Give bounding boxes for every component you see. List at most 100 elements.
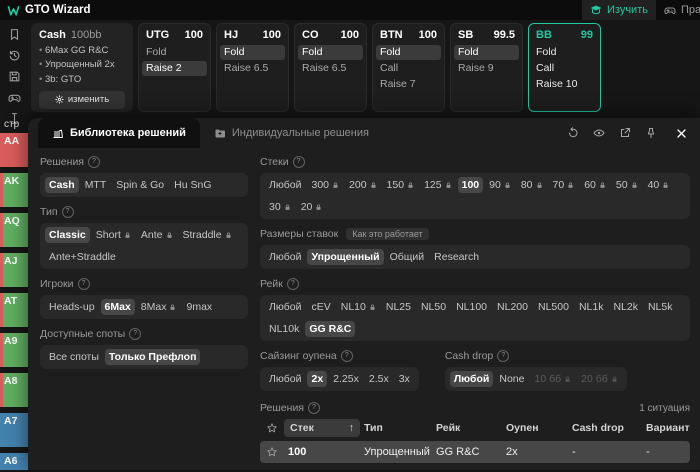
help-icon[interactable] <box>129 328 142 340</box>
matrix-cell-a9[interactable]: A9 <box>0 333 28 367</box>
column-header-оупен[interactable]: Оупен <box>502 420 568 436</box>
chip-80[interactable]: 80 <box>517 177 547 193</box>
chip-research[interactable]: Research <box>430 249 483 265</box>
chip-mtt[interactable]: MTT <box>81 177 111 193</box>
chip-90[interactable]: 90 <box>485 177 515 193</box>
position-card-hj[interactable]: HJ 100 Fold Raise 6.5 <box>216 23 289 112</box>
chip-classic[interactable]: Classic <box>45 227 90 243</box>
chip-hu-sng[interactable]: Hu SnG <box>170 177 215 193</box>
chip-30[interactable]: 30 <box>265 199 295 215</box>
matrix-cell-aj[interactable]: AJ <box>0 253 28 287</box>
chip-ante[interactable]: Ante <box>137 227 177 243</box>
matrix-cell-at[interactable]: AT <box>0 293 28 327</box>
action-raise-6-5[interactable]: Raise 6.5 <box>298 61 363 76</box>
chip-200[interactable]: 200 <box>345 177 381 193</box>
chip-3x[interactable]: 3x <box>395 371 414 387</box>
action-fold[interactable]: Fold <box>220 45 285 60</box>
chip-nl100[interactable]: NL100 <box>452 299 491 315</box>
history-button[interactable] <box>8 49 21 62</box>
matrix-cell-a7[interactable]: A7 <box>0 413 28 447</box>
matrix-cell-a6[interactable]: A6 <box>0 453 28 470</box>
chip-20-бб[interactable]: 20 бб <box>577 371 622 387</box>
chip-любой[interactable]: Любой <box>265 299 305 315</box>
brand[interactable]: GTO Wizard <box>7 0 91 20</box>
chip-любой[interactable]: Любой <box>265 371 305 387</box>
chip-heads-up[interactable]: Heads-up <box>45 299 99 315</box>
chip-общий[interactable]: Общий <box>386 249 429 265</box>
action-fold[interactable]: Fold <box>298 45 363 60</box>
chip-nl50[interactable]: NL50 <box>417 299 450 315</box>
nav-item-практика[interactable]: Практика <box>656 0 700 20</box>
external-link-button[interactable] <box>619 127 631 139</box>
pin-button[interactable] <box>645 127 657 139</box>
column-header-cash-drop[interactable]: Cash drop <box>568 420 642 436</box>
gamepad-button[interactable] <box>8 91 21 104</box>
chip-все-споты[interactable]: Все споты <box>45 349 103 365</box>
favorite-button[interactable] <box>260 446 284 458</box>
chip-ante-straddle[interactable]: Ante+Straddle <box>45 249 120 265</box>
chip-100[interactable]: 100 <box>457 177 484 193</box>
action-raise-2[interactable]: Raise 2 <box>142 61 207 76</box>
position-card-co[interactable]: CO 100 Fold Raise 6.5 <box>294 23 367 112</box>
help-icon[interactable] <box>77 278 90 290</box>
chip-nl5k[interactable]: NL5k <box>644 299 677 315</box>
eye-button[interactable] <box>593 127 605 139</box>
edit-settings-button[interactable]: изменить <box>39 90 125 109</box>
favorite-column-header[interactable] <box>260 422 284 434</box>
action-raise-10[interactable]: Raise 10 <box>532 77 597 92</box>
chip-упрощенный[interactable]: Упрощенный <box>307 249 384 265</box>
column-header-стек[interactable]: Стек <box>284 419 360 437</box>
chip-2-5x[interactable]: 2.5x <box>365 371 393 387</box>
action-call[interactable]: Call <box>532 61 597 76</box>
how-it-works-button[interactable]: Как это работает <box>346 228 429 240</box>
chip-любой[interactable]: Любой <box>265 177 305 193</box>
action-raise-7[interactable]: Raise 7 <box>376 77 441 92</box>
action-fold[interactable]: Fold <box>454 45 519 60</box>
help-icon[interactable] <box>61 206 74 218</box>
help-icon[interactable] <box>497 350 510 362</box>
chip-10-бб[interactable]: 10 бб <box>530 371 575 387</box>
reset-button[interactable] <box>567 127 579 139</box>
column-header-тип[interactable]: Тип <box>360 420 432 436</box>
position-card-bb[interactable]: BB 99 Fold Call Raise 10 <box>528 23 601 112</box>
chip-любой[interactable]: Любой <box>265 249 305 265</box>
tab-библиотека-решений[interactable]: Библиотека решений <box>38 118 200 148</box>
game-settings-card[interactable]: Cash 100bb 6Max GG R&CУпрощенный 2x3b: GT… <box>31 23 133 112</box>
nav-item-изучить[interactable]: Изучить <box>582 0 656 20</box>
chip-nl500[interactable]: NL500 <box>534 299 573 315</box>
matrix-cell-ak[interactable]: AK <box>0 173 28 207</box>
matrix-cell-aq[interactable]: AQ <box>0 213 28 247</box>
chip-только-префлоп[interactable]: Только Префлоп <box>104 349 201 365</box>
action-fold[interactable]: Fold <box>142 45 207 60</box>
chip-nl10k[interactable]: NL10k <box>265 321 303 337</box>
chip-50[interactable]: 50 <box>612 177 642 193</box>
chip-60[interactable]: 60 <box>580 177 610 193</box>
chip-short[interactable]: Short <box>92 227 135 243</box>
action-fold[interactable]: Fold <box>532 45 597 60</box>
chip-125[interactable]: 125 <box>420 177 456 193</box>
chip-9max[interactable]: 9max <box>182 299 216 315</box>
position-card-btn[interactable]: BTN 100 Fold Call Raise 7 <box>372 23 445 112</box>
help-icon[interactable] <box>340 350 353 362</box>
position-card-sb[interactable]: SB 99.5 Fold Raise 9 <box>450 23 523 112</box>
chip-spin-go[interactable]: Spin & Go <box>112 177 168 193</box>
chip-150[interactable]: 150 <box>383 177 419 193</box>
chip-nl200[interactable]: NL200 <box>493 299 532 315</box>
chip-любой[interactable]: Любой <box>449 371 494 387</box>
chip-2x[interactable]: 2x <box>307 371 328 387</box>
matrix-cell-a8[interactable]: A8 <box>0 373 28 407</box>
column-header-вариант[interactable]: Вариант <box>642 420 694 436</box>
action-raise-6-5[interactable]: Raise 6.5 <box>220 61 285 76</box>
action-raise-9[interactable]: Raise 9 <box>454 61 519 76</box>
chip-6max[interactable]: 6Max <box>100 299 135 315</box>
chip-none[interactable]: None <box>495 371 528 387</box>
help-icon[interactable] <box>88 156 100 168</box>
action-fold[interactable]: Fold <box>376 45 441 60</box>
chip-nl25[interactable]: NL25 <box>382 299 415 315</box>
chip-2-25x[interactable]: 2.25x <box>329 371 363 387</box>
chip-cash[interactable]: Cash <box>45 177 79 193</box>
chip-40[interactable]: 40 <box>644 177 674 193</box>
chip-straddle[interactable]: Straddle <box>179 227 236 243</box>
help-icon[interactable] <box>308 402 320 414</box>
action-call[interactable]: Call <box>376 61 441 76</box>
